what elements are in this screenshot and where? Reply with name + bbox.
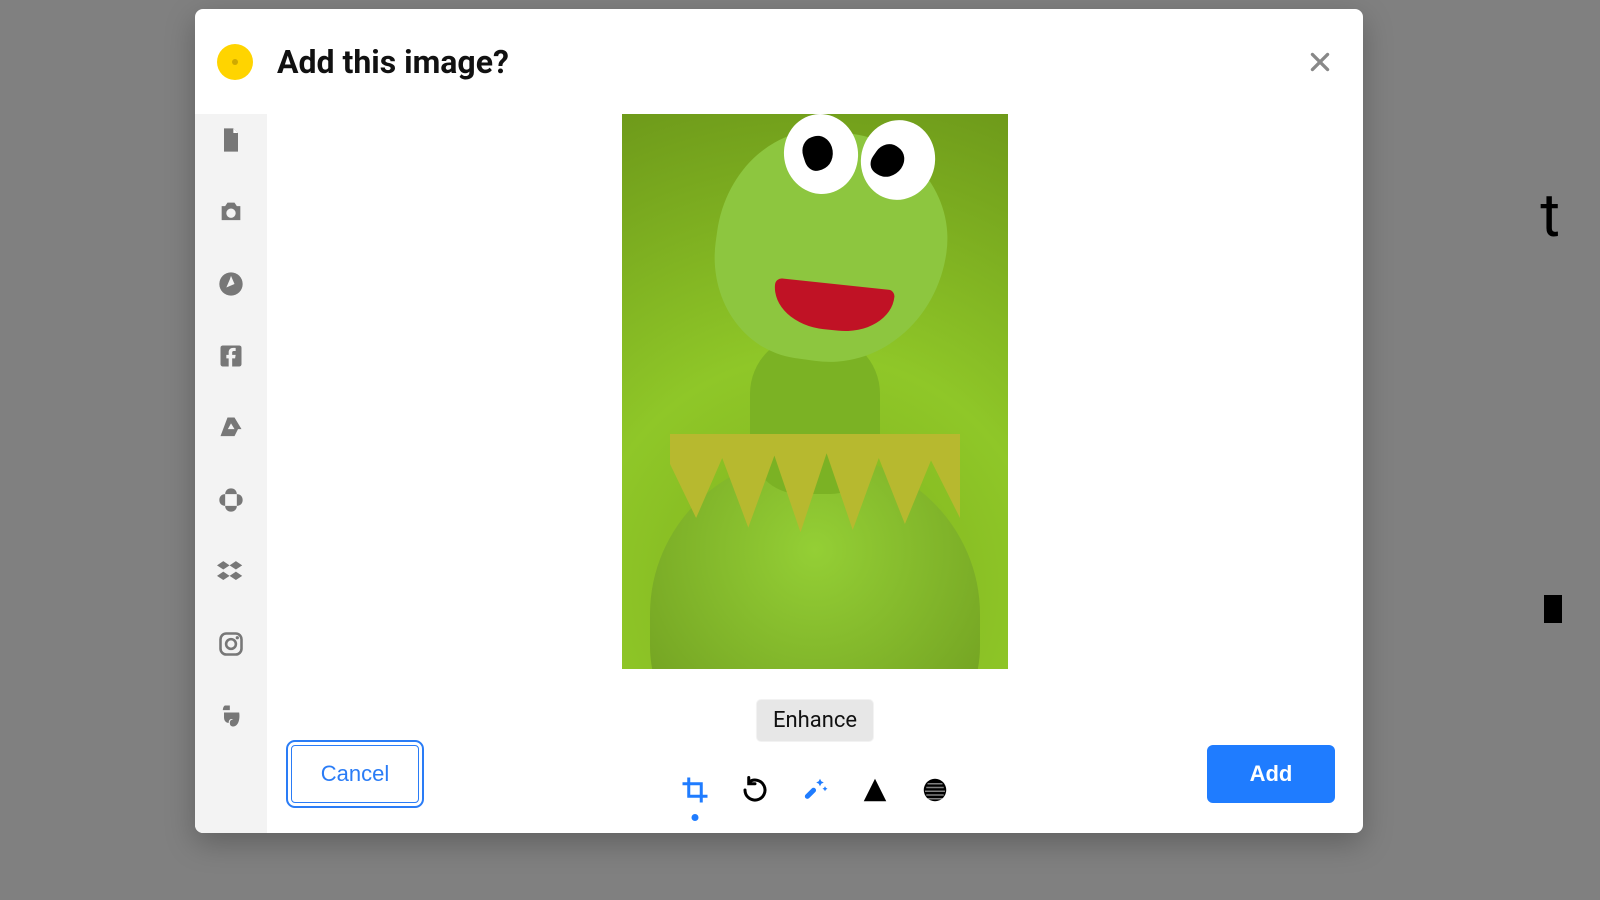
tool-rotate[interactable] [740, 775, 770, 805]
sharpen-icon [860, 775, 890, 805]
blur-icon [920, 775, 950, 805]
add-button[interactable]: Add [1207, 745, 1335, 803]
sidebar-item-facebook[interactable] [217, 342, 245, 370]
file-icon [217, 126, 245, 154]
background-bar-fragment [1544, 595, 1562, 623]
background-text-fragment: t [1540, 180, 1560, 251]
sidebar-item-gdrive[interactable] [217, 414, 245, 442]
cancel-button[interactable]: Cancel [291, 745, 419, 803]
sidebar-item-dropbox[interactable] [217, 558, 245, 586]
tool-enhance[interactable] [800, 775, 830, 805]
app-logo-icon [217, 44, 253, 80]
rotate-icon [740, 775, 770, 805]
modal-toolbar: Cancel Enhance [267, 713, 1363, 833]
enhance-icon [800, 775, 830, 805]
image-preview[interactable] [622, 114, 1008, 669]
sidebar-item-gphotos[interactable] [217, 486, 245, 514]
sidebar-item-file[interactable] [217, 126, 245, 154]
sidebar-item-camera[interactable] [217, 198, 245, 226]
tool-sharpen[interactable] [860, 775, 890, 805]
dropbox-icon [217, 558, 245, 586]
instagram-icon [217, 630, 245, 658]
sidebar-item-web[interactable] [217, 270, 245, 298]
modal-main: Cancel Enhance [267, 114, 1363, 833]
google-drive-icon [217, 414, 245, 442]
crop-icon [680, 775, 710, 805]
modal-header: Add this image? [195, 9, 1363, 114]
source-sidebar [195, 114, 267, 833]
modal-title: Add this image? [277, 43, 509, 81]
tool-tooltip: Enhance [757, 700, 873, 741]
sidebar-item-evernote[interactable] [217, 702, 245, 730]
compass-icon [217, 270, 245, 298]
close-icon [1307, 49, 1333, 75]
add-image-modal: Add this image? [195, 9, 1363, 833]
edit-tools [680, 775, 950, 805]
tool-blur[interactable] [920, 775, 950, 805]
evernote-icon [217, 702, 245, 730]
google-photos-icon [217, 486, 245, 514]
close-button[interactable] [1307, 49, 1333, 75]
facebook-icon [217, 342, 245, 370]
camera-icon [217, 198, 245, 226]
tool-crop[interactable] [680, 775, 710, 805]
sidebar-item-instagram[interactable] [217, 630, 245, 658]
